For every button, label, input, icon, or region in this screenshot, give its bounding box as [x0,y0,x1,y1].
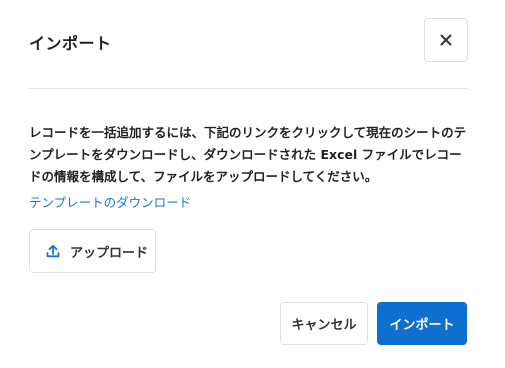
template-download-link[interactable]: テンプレートのダウンロード [29,192,191,211]
import-button[interactable]: インポート [377,302,467,345]
close-button[interactable] [424,18,468,62]
dialog-header: インポート [29,18,468,64]
upload-icon [46,244,60,258]
dialog-title: インポート [29,34,112,53]
header-divider [29,88,468,89]
import-dialog: インポート レコードを一括追加するには、下記のリンクをクリックして現在のシートの… [0,0,505,368]
upload-button-label: アップロード [70,245,149,261]
upload-button[interactable]: アップロード [29,229,156,273]
cancel-button[interactable]: キャンセル [280,302,368,345]
import-description: レコードを一括追加するには、下記のリンクをクリックして現在のシートのテンプレート… [29,125,467,184]
close-icon [440,34,452,46]
